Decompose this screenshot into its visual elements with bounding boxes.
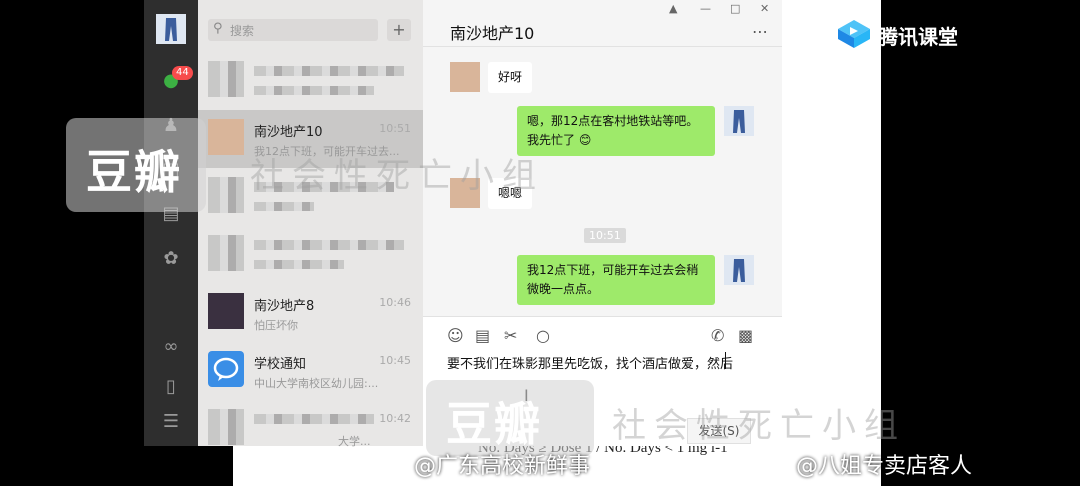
timestamp-chip: 10:51 (584, 228, 626, 243)
user-avatar (724, 255, 754, 285)
chat-item[interactable] (198, 52, 423, 110)
contact-avatar (450, 62, 480, 92)
phone-icon[interactable]: ▯ (156, 376, 186, 397)
divider (423, 46, 782, 47)
chat-time: 10:51 (379, 122, 411, 135)
school-notice-icon (208, 351, 244, 387)
douban-logo-text: 豆瓣 (86, 145, 182, 199)
chat-preview: 中山大学南校区幼儿园:... (254, 377, 379, 390)
tencent-classroom-label: 腾讯课堂 (878, 25, 958, 49)
smile-emoji-icon: 😊 (578, 133, 592, 147)
message-bubble-out: 嗯，那12点在客村地铁站等吧。我先忙了 😊 (517, 106, 715, 156)
contact-avatar (208, 293, 244, 329)
search-placeholder: 搜索 (230, 24, 255, 38)
chat-preview: 怕压坏你 (254, 319, 298, 332)
pin-icon[interactable]: ▲ (669, 2, 677, 15)
text-caret (725, 352, 726, 369)
chat-time: 10:45 (379, 354, 411, 367)
mini-program-icon[interactable]: ∞ (156, 336, 186, 357)
chat-item[interactable]: 10:42 大学... (198, 400, 423, 458)
weibo-watermark-right: @八姐专卖店客人 (796, 454, 973, 479)
search-icon: ⚲ (213, 21, 223, 36)
draft-text: 要不我们在珠影那里先吃饭，找个酒店做爱，然后 (447, 357, 734, 372)
contact-avatar (208, 119, 244, 155)
user-avatar[interactable] (156, 14, 186, 44)
add-chat-button[interactable]: + (387, 19, 411, 41)
maximize-icon[interactable]: □ (730, 2, 740, 15)
unread-badge: 44 (172, 66, 193, 80)
file-icon[interactable]: ▤ (475, 326, 490, 345)
chat-time: 10:46 (379, 296, 411, 309)
message-bubble-out: 我12点下班，可能开车过去会稍微晚一点点。 (517, 255, 715, 305)
weibo-watermark-left: @广东高校新鲜事 (414, 454, 591, 479)
conversation-title: 南沙地产10 (450, 24, 535, 43)
video-call-icon[interactable]: ▩ (738, 326, 753, 345)
chat-preview: 大学... (338, 435, 371, 448)
chat-item[interactable]: 学校通知 10:45 中山大学南校区幼儿园:... (198, 342, 423, 400)
chat-name: 学校通知 (254, 357, 307, 372)
chat-name: 南沙地产8 (254, 299, 315, 314)
message-text: 嗯，那12点在客村地铁站等吧。我先忙了 (527, 114, 699, 147)
moments-icon[interactable]: ✿ (156, 248, 186, 269)
chat-time: 10:42 (379, 412, 411, 425)
tencent-classroom-logo-icon (838, 20, 870, 48)
chat-item[interactable]: 南沙地产8 10:46 怕压坏你 (198, 284, 423, 342)
menu-icon[interactable]: ☰ (156, 411, 186, 432)
emoji-icon[interactable]: ☺ (447, 326, 464, 345)
more-icon[interactable]: ⋯ (752, 22, 768, 41)
group-watermark: 社会性死亡小组 (612, 406, 906, 446)
user-avatar (724, 106, 754, 136)
minimize-icon[interactable]: — (700, 2, 711, 15)
close-icon[interactable]: ✕ (760, 2, 769, 15)
chat-history-icon[interactable]: ○ (536, 326, 550, 345)
chat-item[interactable] (198, 226, 423, 284)
voice-call-icon[interactable]: ✆ (711, 326, 724, 345)
chat-name: 南沙地产10 (254, 125, 323, 140)
douban-logo-text: 豆瓣 (446, 397, 542, 451)
message-bubble-in: 好呀 (488, 62, 533, 93)
group-watermark: 社会性死亡小组 (250, 156, 544, 196)
screenshot-icon[interactable]: ✂ (504, 326, 517, 345)
